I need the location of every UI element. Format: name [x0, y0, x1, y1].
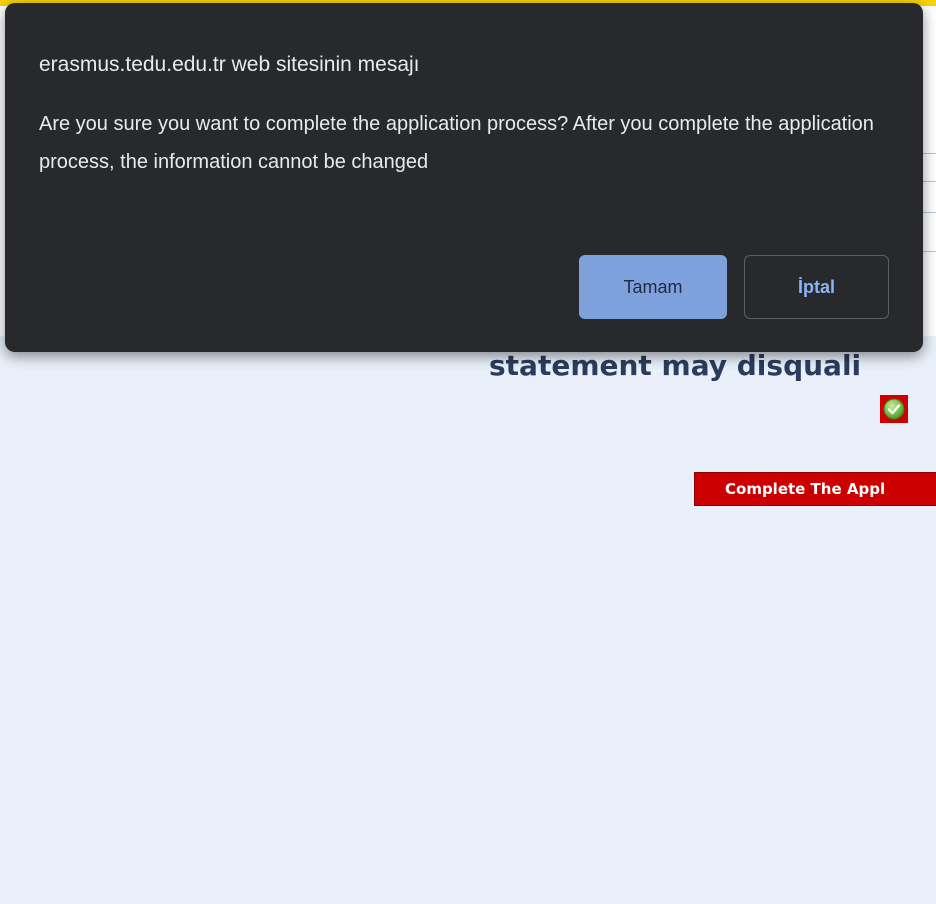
dialog-title: erasmus.tedu.edu.tr web sitesinin mesajı — [39, 53, 420, 76]
confirm-checkbox[interactable] — [880, 395, 908, 423]
ok-button[interactable]: Tamam — [579, 255, 727, 319]
checked-checkbox-icon — [883, 398, 905, 420]
confirm-dialog: erasmus.tedu.edu.tr web sitesinin mesajı… — [5, 3, 923, 352]
complete-application-button[interactable]: Complete The Appl — [694, 472, 936, 506]
cancel-button[interactable]: İptal — [744, 255, 889, 319]
statement-text-line2: statement may disquali — [489, 349, 862, 382]
dialog-message: Are you sure you want to complete the ap… — [39, 113, 874, 173]
